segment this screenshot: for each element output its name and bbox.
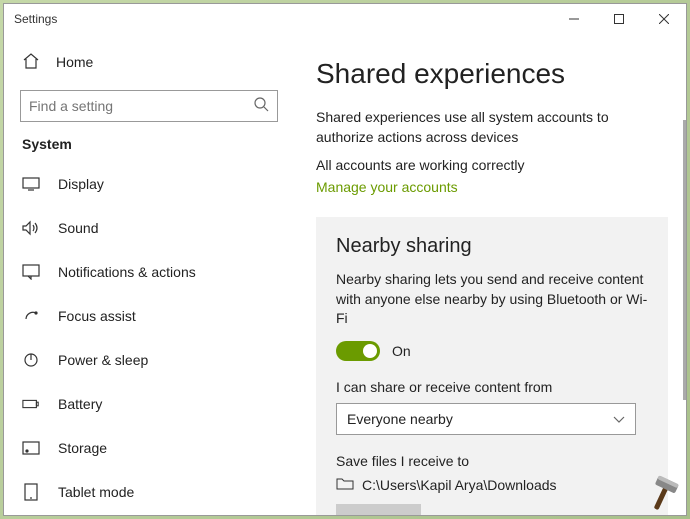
nav-label: Battery	[58, 396, 102, 412]
maximize-button[interactable]	[596, 4, 641, 34]
nav-label: Storage	[58, 440, 107, 456]
category-heading: System	[4, 136, 294, 162]
nearby-heading: Nearby sharing	[336, 235, 648, 258]
nav-label: Notifications & actions	[58, 264, 196, 280]
manage-accounts-link[interactable]: Manage your accounts	[316, 179, 458, 195]
folder-icon	[336, 477, 354, 494]
hammer-watermark-icon	[642, 471, 686, 515]
nav-label: Power & sleep	[58, 352, 148, 368]
focus-assist-icon	[22, 307, 40, 325]
home-link[interactable]: Home	[4, 42, 294, 82]
share-from-dropdown[interactable]: Everyone nearby	[336, 403, 636, 435]
page-title: Shared experiences	[316, 58, 674, 90]
save-files-label: Save files I receive to	[336, 453, 648, 469]
close-button[interactable]	[641, 4, 686, 34]
battery-icon	[22, 395, 40, 413]
titlebar: Settings	[4, 4, 686, 34]
sidebar: Home System Display Sound Notifications …	[4, 34, 294, 515]
nav-focus-assist[interactable]: Focus assist	[4, 294, 294, 338]
window-title: Settings	[14, 12, 57, 26]
share-from-label: I can share or receive content from	[336, 379, 648, 395]
scrollbar[interactable]	[683, 120, 686, 400]
settings-window: Settings Home System Display Sound	[3, 3, 687, 516]
save-path-text: C:\Users\Kapil Arya\Downloads	[362, 477, 557, 493]
change-button[interactable]: Change	[336, 504, 421, 515]
page-description: Shared experiences use all system accoun…	[316, 108, 656, 147]
accounts-status: All accounts are working correctly	[316, 157, 674, 173]
nav-label: Tablet mode	[58, 484, 134, 500]
notifications-icon	[22, 263, 40, 281]
nearby-description: Nearby sharing lets you send and receive…	[336, 270, 648, 329]
nav-power-sleep[interactable]: Power & sleep	[4, 338, 294, 382]
sound-icon	[22, 219, 40, 237]
tablet-icon	[22, 483, 40, 501]
home-icon	[22, 52, 40, 73]
toggle-state-label: On	[392, 343, 411, 359]
search-field[interactable]	[29, 98, 253, 114]
dropdown-value: Everyone nearby	[347, 411, 453, 427]
nav-label: Sound	[58, 220, 98, 236]
nav-label: Display	[58, 176, 104, 192]
nearby-toggle[interactable]	[336, 341, 380, 361]
search-input[interactable]	[20, 90, 278, 122]
nearby-sharing-section: Nearby sharing Nearby sharing lets you s…	[316, 217, 668, 515]
nav-label: Focus assist	[58, 308, 136, 324]
chevron-down-icon	[613, 411, 625, 427]
display-icon	[22, 175, 40, 193]
save-path-row: C:\Users\Kapil Arya\Downloads	[336, 477, 648, 494]
nav-notifications[interactable]: Notifications & actions	[4, 250, 294, 294]
nav-sound[interactable]: Sound	[4, 206, 294, 250]
power-icon	[22, 351, 40, 369]
nav-battery[interactable]: Battery	[4, 382, 294, 426]
nav-storage[interactable]: Storage	[4, 426, 294, 470]
nav-tablet-mode[interactable]: Tablet mode	[4, 470, 294, 514]
nav-display[interactable]: Display	[4, 162, 294, 206]
main-panel: Shared experiences Shared experiences us…	[294, 34, 686, 515]
minimize-button[interactable]	[551, 4, 596, 34]
home-label: Home	[56, 54, 93, 70]
search-icon	[253, 96, 269, 117]
storage-icon	[22, 439, 40, 457]
